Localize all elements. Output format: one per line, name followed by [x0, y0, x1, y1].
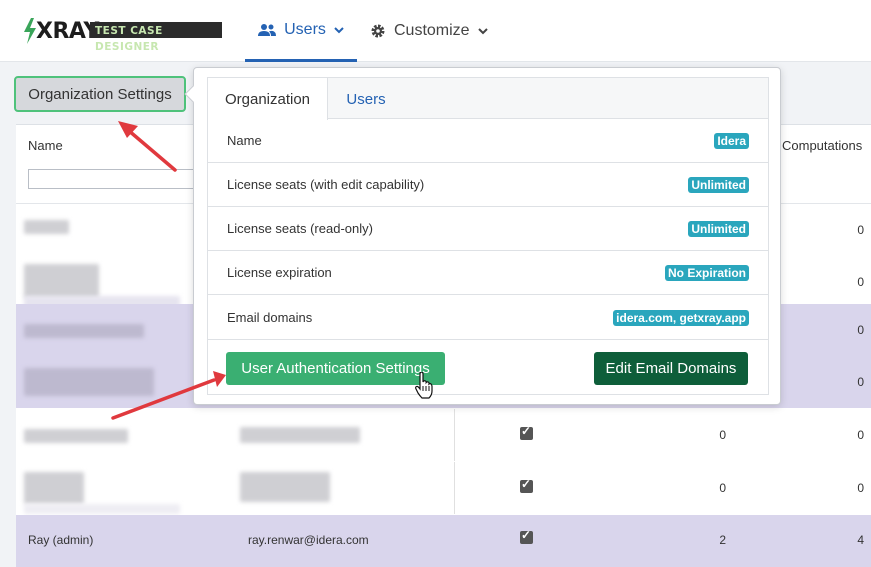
cell-value: 0 [857, 323, 864, 337]
redacted-name [24, 368, 154, 396]
redacted-name [24, 429, 128, 443]
setting-badge: Unlimited [688, 221, 749, 237]
users-icon [258, 23, 277, 36]
redacted-name [24, 472, 84, 504]
cell-value: 0 [857, 275, 864, 289]
column-header-computations[interactable]: Computations [782, 138, 862, 153]
table-row[interactable]: 0 0 [16, 462, 871, 514]
user-authentication-settings-button[interactable]: User Authentication Settings [226, 352, 445, 385]
setting-badge: Idera [714, 133, 749, 149]
redacted-name [24, 220, 69, 234]
setting-row-license-expiration: License expiration No Expiration [208, 251, 768, 295]
edit-email-domains-button[interactable]: Edit Email Domains [594, 352, 748, 385]
nav-customize-label: Customize [394, 22, 470, 39]
cell-value: 0 [857, 223, 864, 237]
name-filter-input[interactable] [28, 169, 198, 189]
cell-value: 0 [719, 481, 726, 495]
user-email: ray.renwar@idera.com [248, 533, 369, 547]
checkbox-checked[interactable] [520, 477, 533, 493]
organization-settings-button[interactable]: Organization Settings [14, 76, 186, 112]
top-navbar: XRAY TEST CASE DESIGNER Users Customize [0, 0, 871, 62]
settings-panel: Organization Users Name Idera License se… [207, 77, 769, 395]
checkbox-checked[interactable] [520, 528, 533, 544]
redacted-name [24, 324, 144, 338]
table-row[interactable]: 0 0 [16, 409, 871, 461]
setting-label: Email domains [227, 310, 313, 325]
redacted-name [24, 504, 180, 514]
popover-caret [184, 85, 202, 103]
cell-value: 0 [857, 428, 864, 442]
hand-cursor-icon [415, 372, 433, 399]
gear-icon [371, 24, 385, 38]
setting-badge: idera.com, getxray.app [613, 310, 749, 326]
nav-customize[interactable]: Customize [370, 0, 492, 62]
tab-users[interactable]: Users [328, 78, 404, 120]
redacted-email [240, 472, 330, 502]
nav-users[interactable]: Users [245, 0, 357, 62]
xray-logo[interactable]: XRAY TEST CASE DESIGNER [22, 17, 222, 53]
setting-badge: Unlimited [688, 177, 749, 193]
table-row[interactable]: Ray (admin) ray.renwar@idera.com 2 4 [16, 515, 871, 567]
setting-label: Name [227, 133, 262, 148]
tab-organization[interactable]: Organization [208, 78, 328, 120]
column-divider [454, 462, 455, 514]
cell-value: 0 [719, 428, 726, 442]
column-divider [454, 409, 455, 461]
chevron-down-icon [477, 28, 488, 35]
cell-value: 0 [857, 375, 864, 389]
nav-users-label: Users [284, 20, 326, 38]
setting-row-license-seats-edit: License seats (with edit capability) Unl… [208, 163, 768, 207]
organization-settings-popover: Organization Users Name Idera License se… [184, 67, 781, 405]
cell-value: 2 [719, 533, 726, 547]
chevron-down-icon [334, 26, 344, 33]
cell-value: 4 [857, 533, 864, 547]
redacted-name [24, 264, 99, 298]
setting-label: License seats (with edit capability) [227, 177, 425, 192]
setting-row-email-domains: Email domains idera.com, getxray.app [208, 296, 768, 340]
setting-label: License seats (read-only) [227, 221, 373, 236]
user-name: Ray (admin) [28, 533, 94, 547]
setting-label: License expiration [227, 265, 332, 280]
logo-subtitle: TEST CASE DESIGNER [90, 22, 222, 53]
setting-badge: No Expiration [664, 265, 749, 281]
cell-value: 0 [857, 481, 864, 495]
redacted-email [240, 427, 360, 443]
setting-row-license-seats-readonly: License seats (read-only) Unlimited [208, 207, 768, 251]
setting-row-name: Name Idera [208, 119, 768, 163]
checkbox-checked[interactable] [520, 424, 533, 440]
settings-tabs: Organization Users [208, 78, 768, 120]
column-header-name[interactable]: Name [28, 138, 63, 153]
